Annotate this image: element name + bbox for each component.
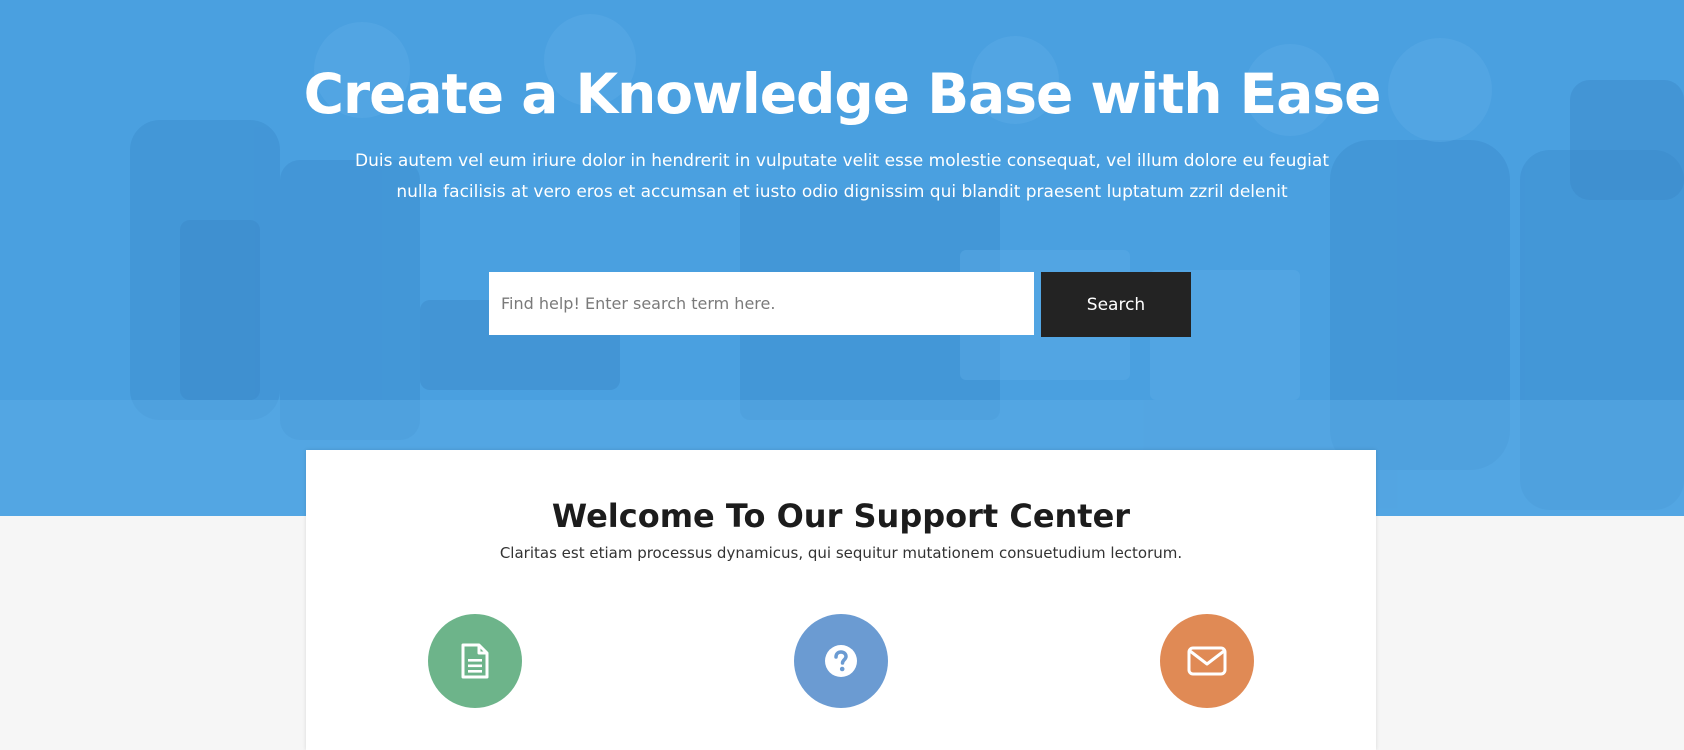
faq-feature-button[interactable] <box>794 614 888 708</box>
document-icon <box>461 643 489 679</box>
support-center-title: Welcome To Our Support Center <box>551 497 1131 535</box>
question-icon <box>825 645 857 677</box>
search-input[interactable] <box>489 272 1034 335</box>
hero-title: Create a Knowledge Base with Ease <box>303 62 1382 126</box>
search-button[interactable]: Search <box>1041 272 1191 337</box>
knowledge-base-feature-button[interactable] <box>428 614 522 708</box>
hero-section: Create a Knowledge Base with Ease Duis a… <box>0 0 1684 516</box>
hero-subtitle: Duis autem vel eum iriure dolor in hendr… <box>355 151 1329 202</box>
support-center-card: Welcome To Our Support Center Claritas e… <box>306 450 1376 750</box>
envelope-icon <box>1187 646 1227 676</box>
support-center-subtitle: Claritas est etiam processus dynamicus, … <box>499 544 1183 562</box>
contact-feature-button[interactable] <box>1160 614 1254 708</box>
